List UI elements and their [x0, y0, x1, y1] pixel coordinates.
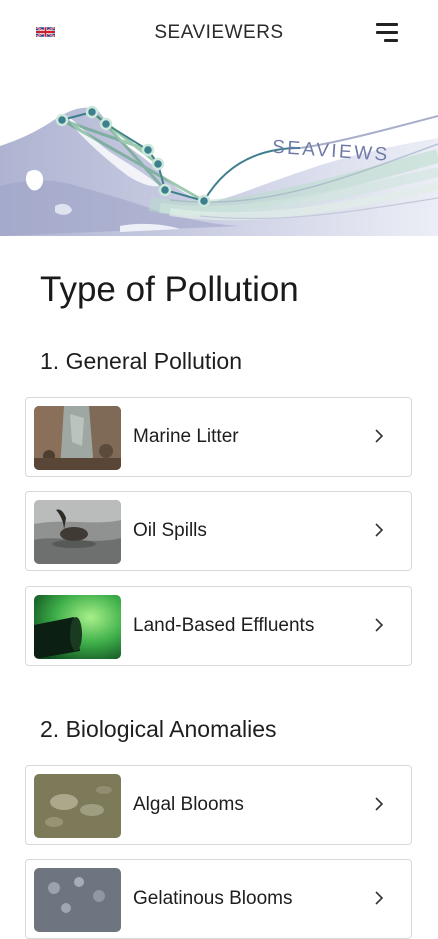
- chevron-right-icon: [375, 523, 384, 537]
- chevron-right-icon: [375, 891, 384, 905]
- hamburger-menu-icon: [376, 23, 398, 26]
- card-label: Algal Blooms: [133, 794, 244, 815]
- section-title-biological-anomalies: 2. Biological Anomalies: [40, 716, 277, 742]
- app-header: SEAVIEWERS: [0, 0, 438, 66]
- pollution-item-oil-spills[interactable]: Oil Spills: [25, 491, 412, 571]
- card-label: Gelatinous Blooms: [133, 888, 293, 909]
- land-based-effluents-thumbnail: [34, 595, 121, 659]
- section-title-general-pollution: 1. General Pollution: [40, 348, 243, 374]
- algal-blooms-thumbnail: [34, 774, 121, 838]
- card-label: Marine Litter: [133, 426, 239, 447]
- pollution-item-marine-litter[interactable]: Marine Litter: [25, 397, 412, 477]
- chevron-right-icon: [375, 618, 384, 632]
- page-title: Type of Pollution: [40, 270, 299, 309]
- pollution-item-algal-blooms[interactable]: Algal Blooms: [25, 765, 412, 845]
- chevron-right-icon: [375, 797, 384, 811]
- hero-banner-map: SEAVIEWS: [0, 86, 438, 236]
- oil-spills-thumbnail: [34, 500, 121, 564]
- chevron-right-icon: [375, 429, 384, 443]
- card-label: Oil Spills: [133, 520, 207, 541]
- card-label: Land-Based Effluents: [133, 615, 315, 636]
- pollution-item-land-based-effluents[interactable]: Land-Based Effluents: [25, 586, 412, 666]
- menu-button[interactable]: [372, 20, 404, 46]
- pollution-item-gelatinous-blooms[interactable]: Gelatinous Blooms: [25, 859, 412, 939]
- marine-litter-thumbnail: [34, 406, 121, 470]
- gelatinous-blooms-thumbnail: [34, 868, 121, 932]
